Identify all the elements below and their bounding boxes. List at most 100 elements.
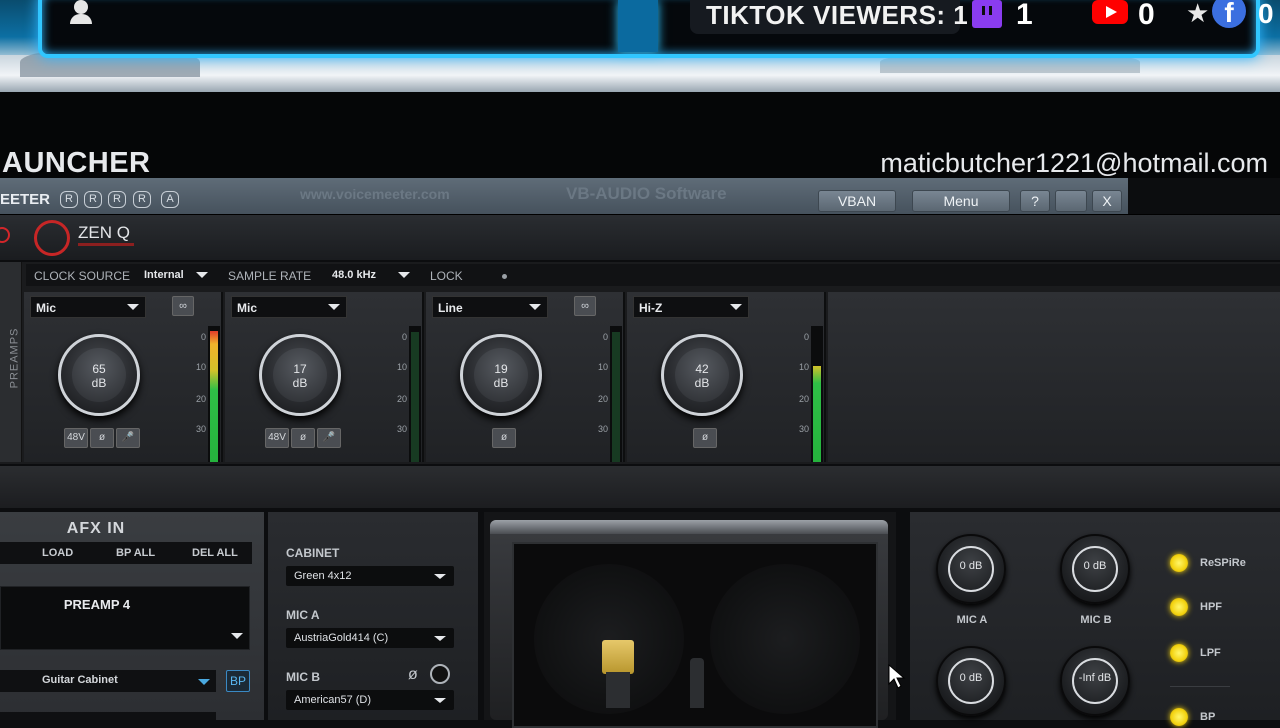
channel-2-gain-knob[interactable]: 17 dB bbox=[259, 334, 341, 416]
respire-toggle[interactable] bbox=[1170, 554, 1188, 572]
phantom-48v-button[interactable]: 48V bbox=[64, 428, 88, 448]
twitch-icon bbox=[972, 0, 1002, 28]
clock-source-caret-icon[interactable] bbox=[196, 272, 208, 278]
phase-invert-button[interactable]: ø bbox=[693, 428, 717, 448]
lpf-toggle[interactable] bbox=[1170, 644, 1188, 662]
clock-source-select[interactable]: Internal bbox=[144, 269, 184, 281]
mic-b-level-value: 0 dB bbox=[1083, 560, 1107, 572]
vm-r-button-2[interactable]: R bbox=[84, 191, 102, 208]
mic-b-level-knob[interactable]: 0 dB bbox=[1060, 534, 1130, 604]
vban-button[interactable]: VBAN bbox=[818, 190, 896, 212]
chevron-down-icon bbox=[730, 304, 742, 310]
mic-a-knob-label: MIC A bbox=[956, 614, 988, 626]
phase-invert-button[interactable]: ø bbox=[90, 428, 114, 448]
channel-3-gain-knob[interactable]: 19 dB bbox=[460, 334, 542, 416]
zenq-name: ZEN Q bbox=[78, 223, 130, 242]
channel-2-gain-value: 17 bbox=[293, 362, 307, 376]
channel-4-gain-knob[interactable]: 42 dB bbox=[661, 334, 743, 416]
mic-b-toggle-button[interactable] bbox=[430, 664, 450, 684]
chevron-down-icon bbox=[198, 679, 210, 685]
output-level-knob[interactable]: -Inf dB bbox=[1060, 646, 1130, 716]
menu-button[interactable]: Menu bbox=[912, 190, 1010, 212]
mic-a-level-knob[interactable]: 0 dB bbox=[936, 534, 1006, 604]
chevron-down-icon[interactable] bbox=[231, 633, 243, 639]
mic-pan-value: 0 dB bbox=[959, 672, 983, 684]
preamp-channel-2: Mic 17 dB 48V ø 🎤 0 10 20 30 bbox=[225, 292, 424, 462]
vm-a-button[interactable]: A bbox=[161, 191, 179, 208]
sample-rate-caret-icon[interactable] bbox=[398, 272, 410, 278]
mic-b-icon[interactable] bbox=[690, 658, 704, 708]
phantom-48v-button[interactable]: 48V bbox=[265, 428, 289, 448]
lpf-label: LPF bbox=[1200, 647, 1221, 659]
chevron-down-icon bbox=[529, 304, 541, 310]
channel-4-gain-unit: dB bbox=[694, 376, 710, 390]
account-email: maticbutcher1221@hotmail.com bbox=[880, 148, 1268, 178]
effect-module-select-2[interactable] bbox=[0, 712, 216, 720]
bp-toggle[interactable] bbox=[1170, 708, 1188, 726]
channel-2-input-select[interactable]: Mic bbox=[231, 296, 347, 318]
phase-icon[interactable]: ø bbox=[408, 666, 418, 684]
channel-2-meter-fill bbox=[411, 332, 419, 462]
mic-icon[interactable]: 🎤 bbox=[317, 428, 341, 448]
channel-3-level-meter bbox=[610, 326, 622, 462]
chevron-down-icon bbox=[127, 304, 139, 310]
channel-2-input-value: Mic bbox=[237, 301, 258, 315]
mic-icon[interactable]: 🎤 bbox=[116, 428, 140, 448]
preset-name: PREAMP 4 bbox=[63, 597, 131, 612]
divider bbox=[1170, 686, 1230, 687]
preset-selector[interactable]: PREAMP 4 bbox=[0, 586, 250, 650]
phase-invert-button[interactable]: ø bbox=[492, 428, 516, 448]
power-icon[interactable] bbox=[0, 227, 10, 243]
mic-a-select[interactable]: AustriaGold414 (C) bbox=[286, 628, 454, 648]
mic-a-label: MIC A bbox=[286, 608, 320, 622]
meter-scale: 0 10 20 30 bbox=[195, 332, 206, 434]
mic-pan-knob[interactable]: 0 dB bbox=[936, 646, 1006, 716]
mic-a-icon[interactable] bbox=[602, 640, 634, 674]
star-icon: ★ bbox=[1186, 0, 1210, 28]
minimize-button[interactable] bbox=[1055, 190, 1087, 212]
meter-scale: 0 10 20 30 bbox=[798, 332, 809, 434]
youtube-icon bbox=[1092, 0, 1128, 24]
mic-b-select[interactable]: American57 (D) bbox=[286, 690, 454, 710]
delete-all-link[interactable]: DEL ALL bbox=[192, 547, 238, 559]
afx-in-title: AFX IN bbox=[66, 520, 126, 537]
cabinet-select[interactable]: Green 4x12 bbox=[286, 566, 454, 586]
vm-r-button-4[interactable]: R bbox=[133, 191, 151, 208]
channel-2-level-meter bbox=[409, 326, 421, 462]
chevron-down-icon bbox=[328, 304, 340, 310]
phase-invert-button[interactable]: ø bbox=[291, 428, 315, 448]
channel-4-gain-value: 42 bbox=[695, 362, 709, 376]
channel-2-gain-unit: dB bbox=[292, 376, 308, 390]
lock-label: LOCK bbox=[430, 269, 463, 283]
help-button[interactable]: ? bbox=[1020, 190, 1050, 212]
chevron-down-icon bbox=[434, 574, 446, 579]
channel-link-icon[interactable]: ∞ bbox=[172, 296, 194, 316]
cabinet-value: Green 4x12 bbox=[294, 570, 352, 582]
vb-audio-watermark: VB-AUDIO Software bbox=[566, 184, 727, 203]
section-divider bbox=[0, 466, 1280, 508]
vm-r-button-3[interactable]: R bbox=[108, 191, 126, 208]
vm-r-button-1[interactable]: R bbox=[60, 191, 78, 208]
channel-1-input-select[interactable]: Mic bbox=[30, 296, 146, 318]
mic-b-label: MIC B bbox=[286, 670, 320, 684]
channel-4-meter-fill bbox=[813, 366, 821, 462]
sample-rate-select[interactable]: 48.0 kHz bbox=[332, 269, 376, 281]
channel-3-gain-unit: dB bbox=[493, 376, 509, 390]
preamp-channel-4: Hi-Z 42 dB ø 0 10 20 30 bbox=[627, 292, 826, 462]
channel-4-input-select[interactable]: Hi-Z bbox=[633, 296, 749, 318]
speaker-cabinet-view bbox=[484, 512, 896, 728]
bypass-button[interactable]: BP bbox=[226, 670, 250, 692]
channel-3-input-select[interactable]: Line bbox=[432, 296, 548, 318]
mic-b-value: American57 (D) bbox=[294, 694, 372, 706]
bypass-all-link[interactable]: BP ALL bbox=[116, 547, 155, 559]
close-button[interactable]: X bbox=[1092, 190, 1122, 212]
load-link[interactable]: LOAD bbox=[42, 547, 73, 559]
channel-4-level-meter bbox=[811, 326, 823, 462]
channel-1-gain-knob[interactable]: 65 dB bbox=[58, 334, 140, 416]
preamps-tab[interactable]: PREAMPS bbox=[0, 262, 22, 462]
youtube-viewer-count: 0 bbox=[1138, 0, 1155, 31]
hpf-toggle[interactable] bbox=[1170, 598, 1188, 616]
channel-link-icon[interactable]: ∞ bbox=[574, 296, 596, 316]
mouse-cursor-icon bbox=[888, 664, 906, 689]
effect-module-select[interactable]: Guitar Cabinet bbox=[0, 670, 216, 692]
